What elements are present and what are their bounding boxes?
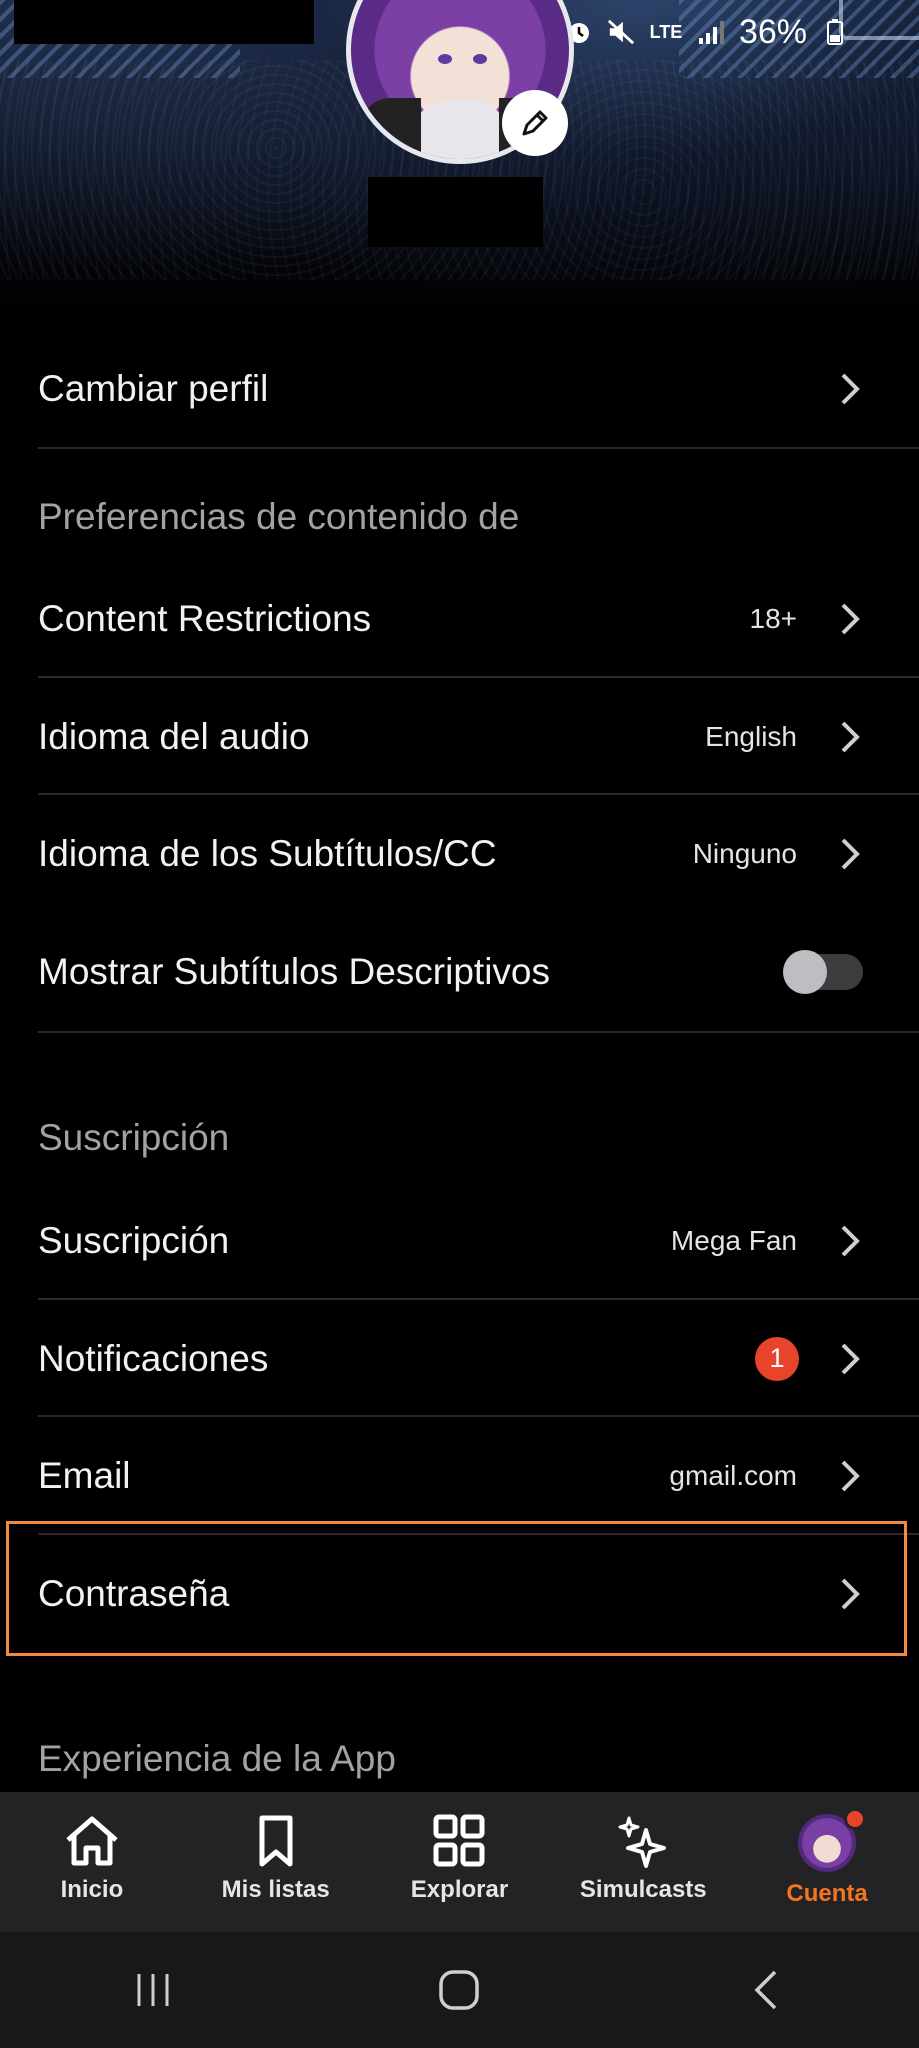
nav-my-lists-label: Mis listas [221, 1876, 330, 1903]
redacted-username [368, 177, 543, 247]
descriptive-subtitles-toggle[interactable] [783, 949, 863, 994]
subscription-row[interactable]: Suscripción Mega Fan [38, 1182, 919, 1299]
content-restrictions-row[interactable]: Content Restrictions 18+ [38, 560, 919, 677]
subscription-label: Suscripción [38, 1219, 230, 1261]
recent-apps-button[interactable] [93, 1960, 213, 2020]
bottom-navigation: Inicio Mis listas Explorar Simulcasts Cu… [0, 1792, 919, 1932]
avatar-eye [438, 54, 453, 65]
notifications-row[interactable]: Notificaciones 1 [38, 1300, 919, 1417]
subtitle-language-row[interactable]: Idioma de los Subtítulos/CC Ninguno [38, 795, 919, 912]
divider [38, 447, 919, 449]
recent-apps-icon [137, 1974, 169, 2006]
avatar-shirt [416, 99, 504, 159]
notifications-badge: 1 [755, 1336, 799, 1381]
subtitle-language-label: Idioma de los Subtítulos/CC [38, 832, 497, 874]
nav-simulcasts[interactable]: Simulcasts [551, 1792, 735, 1932]
battery-icon [821, 18, 849, 46]
audio-language-value: English [705, 720, 797, 752]
divider [38, 1031, 919, 1033]
nav-home-label: Inicio [60, 1876, 124, 1903]
descriptive-subtitles-label: Mostrar Subtítulos Descriptivos [38, 950, 551, 992]
avatar-coat [359, 97, 421, 159]
toggle-knob [783, 949, 827, 994]
nav-explore-label: Explorar [410, 1876, 509, 1903]
chevron-right-icon [839, 1223, 861, 1259]
subtitle-language-value: Ninguno [692, 837, 797, 869]
avatar-eye [473, 54, 488, 65]
chevron-right-icon [839, 601, 861, 637]
back-button[interactable] [706, 1960, 826, 2020]
cast-icon[interactable] [839, 0, 919, 40]
password-row[interactable]: Contraseña [38, 1535, 919, 1652]
chevron-right-icon [839, 1341, 861, 1377]
status-bar: LTE 36% [565, 10, 849, 54]
audio-language-row[interactable]: Idioma del audio English [38, 678, 919, 795]
grid-icon [433, 1814, 485, 1867]
lte-icon: LTE [649, 21, 683, 42]
section-subscription: Suscripción [38, 1117, 230, 1158]
signal-icon [697, 18, 725, 46]
nav-simulcasts-label: Simulcasts [579, 1876, 707, 1903]
password-label: Contraseña [38, 1572, 230, 1614]
email-value: gmail.com [669, 1459, 797, 1491]
system-navigation-bar [0, 1932, 919, 2048]
mute-icon [607, 18, 635, 46]
chevron-right-icon [839, 719, 861, 755]
section-content-preferences: Preferencias de contenido de [38, 496, 520, 537]
battery-percent: 36% [738, 12, 807, 51]
home-square-icon [439, 1970, 480, 2010]
chevron-right-icon [839, 1576, 861, 1612]
edit-avatar-button[interactable] [502, 90, 568, 156]
home-button[interactable] [399, 1960, 519, 2020]
change-profile-label: Cambiar perfil [38, 367, 269, 409]
nav-explore[interactable]: Explorar [368, 1792, 552, 1932]
account-avatar [798, 1808, 867, 1872]
nav-my-lists[interactable]: Mis listas [184, 1792, 368, 1932]
change-profile-row[interactable]: Cambiar perfil [38, 330, 919, 447]
back-icon [754, 1970, 777, 2010]
profile-header: LTE 36% [0, 0, 919, 310]
chevron-right-icon [839, 371, 861, 407]
subscription-value: Mega Fan [670, 1224, 797, 1256]
descriptive-subtitles-row: Mostrar Subtítulos Descriptivos [38, 913, 919, 1030]
email-label: Email [38, 1454, 131, 1496]
nav-home[interactable]: Inicio [0, 1792, 184, 1932]
nav-account-label: Cuenta [786, 1880, 868, 1907]
chevron-right-icon [839, 1458, 861, 1494]
audio-language-label: Idioma del audio [38, 715, 310, 757]
content-restrictions-label: Content Restrictions [38, 597, 372, 639]
content-restrictions-value: 18+ [749, 602, 798, 634]
nav-account[interactable]: Cuenta [735, 1792, 919, 1932]
notifications-label: Notificaciones [38, 1337, 269, 1379]
home-icon [66, 1816, 118, 1866]
sparkle-icon [618, 1816, 667, 1868]
redacted-area [14, 0, 314, 44]
chevron-right-icon [839, 836, 861, 872]
notification-dot [844, 1808, 867, 1830]
pencil-icon [522, 110, 548, 136]
section-app-experience: Experiencia de la App [38, 1738, 396, 1779]
bookmark-icon [259, 1815, 293, 1867]
email-row[interactable]: Email gmail.com [38, 1417, 919, 1534]
